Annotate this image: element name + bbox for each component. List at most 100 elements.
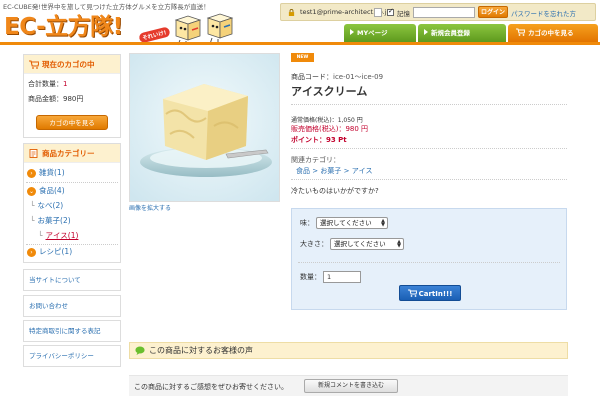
cart-in-label: CartIn!!!: [418, 290, 453, 298]
enlarge-image-link[interactable]: 画像を拡大する: [129, 203, 171, 212]
category-link-active[interactable]: アイス(1): [46, 231, 79, 240]
cart-box-title: 現在のカゴの中: [24, 55, 120, 74]
quantity-label: 数量：: [300, 273, 321, 281]
login-button[interactable]: ログイン: [478, 6, 508, 18]
speech-bubble-icon: [135, 346, 145, 355]
password-indicator: [374, 8, 382, 17]
nav-view-cart[interactable]: カゴの中を見る: [508, 24, 598, 42]
product-code-label: 商品コード：: [291, 73, 333, 81]
category-link[interactable]: 食品(4): [39, 186, 65, 195]
forgot-password-link[interactable]: パスワードを忘れた方: [511, 8, 576, 18]
cart-total-amount-value: 980円: [63, 95, 84, 103]
chevron-updown-icon: ▲ ▼: [381, 218, 385, 228]
size-select-value: 選択してください: [334, 240, 386, 248]
point: ポイント：93 Pt: [291, 135, 347, 145]
arrow-down-icon: ⌄: [27, 187, 36, 196]
category-link[interactable]: お菓子(2): [38, 216, 71, 225]
review-section-title: この商品に対するお客様の声: [129, 342, 568, 359]
point-label: ポイント：: [291, 136, 326, 144]
product-code: 商品コード：ice-01～ice-09: [291, 72, 383, 82]
related-category-link[interactable]: お菓子: [320, 167, 341, 175]
sidebar-link-tokutei[interactable]: 特定商取引に関する表記: [23, 320, 121, 342]
sidebar-cart-box: 現在のカゴの中 合計数量：1 商品金額：980円 カゴの中を見る: [23, 54, 121, 138]
divider: [291, 148, 567, 149]
breadcrumb-separator: >: [312, 167, 319, 175]
login-bar: test1@prime-architect.co.jp 記憶 ログイン パスワー…: [280, 3, 596, 21]
cart-total-qty-value: 1: [63, 80, 68, 88]
nav-register-label: 新規会員登録: [431, 29, 470, 37]
product-name: アイスクリーム: [291, 85, 368, 98]
size-label: 大きさ：: [300, 240, 328, 248]
related-category-path: 食品 > お菓子 > アイス: [296, 166, 372, 176]
quantity-input[interactable]: 1: [323, 271, 361, 283]
sidebar-link-privacy[interactable]: プライバシーポリシー: [23, 345, 121, 367]
breadcrumb-separator: >: [343, 167, 350, 175]
cart-box-title-text: 現在のカゴの中: [42, 60, 95, 69]
product-code-value: ice-01～ice-09: [333, 73, 384, 81]
remember-label: 記憶: [397, 10, 410, 18]
cart-icon: [407, 289, 418, 297]
nav-register[interactable]: 新規会員登録: [418, 24, 506, 42]
logo-badge: それいけ!: [138, 26, 171, 44]
divider: [291, 104, 567, 105]
size-select[interactable]: 選択してください ▲ ▼: [330, 238, 404, 250]
normal-price-label: 通常価格(税込)：: [291, 117, 338, 124]
sidebar-link-contact[interactable]: お問い合わせ: [23, 295, 121, 317]
product-photo[interactable]: [129, 53, 280, 202]
ice-cream-cube-image: [130, 54, 279, 201]
sidebar-category-box: 商品カテゴリー › 雑貨(1) ⌄ 食品(4) └ なべ(2) └ お菓子(2) └ アイ…: [23, 143, 121, 263]
sale-price: 販売価格(税込)：980 円: [291, 124, 368, 134]
arrow-right-icon: [350, 29, 354, 35]
nav-view-cart-label: カゴの中を見る: [528, 29, 574, 37]
new-badge: NEW: [291, 53, 314, 62]
sale-price-value: 980 円: [345, 125, 369, 133]
category-item-zakka[interactable]: › 雑貨(1): [27, 164, 65, 182]
site-logo[interactable]: EC-立方隊! それいけ!: [4, 10, 240, 46]
cart-icon: [516, 28, 525, 36]
arrow-right-icon: ›: [27, 248, 36, 257]
write-review-button[interactable]: 新規コメントを書き込む: [304, 379, 398, 393]
category-box-title: 商品カテゴリー: [24, 144, 120, 163]
taste-select-value: 選択してください: [320, 219, 372, 227]
review-prompt-row: この商品に対するご感想をぜひお寄せください。 新規コメントを書き込む: [129, 375, 568, 396]
arrow-right-icon: [424, 29, 428, 35]
cart-icon: [29, 60, 39, 69]
sale-price-label: 販売価格(税込)：: [291, 125, 346, 133]
cart-total-qty: 合計数量：1: [24, 79, 120, 89]
nav-mypage[interactable]: MYページ: [344, 24, 416, 42]
related-category-label: 関連カテゴリ：: [291, 156, 340, 164]
normal-price: 通常価格(税込)：1,050 円: [291, 115, 363, 124]
document-icon: [29, 149, 38, 158]
review-section-title-text: この商品に対するお客様の声: [149, 346, 253, 355]
cart-total-amount: 商品金額：980円: [24, 94, 120, 104]
product-description: 冷たいものはいかがですか?: [291, 187, 379, 195]
password-input[interactable]: [413, 7, 475, 18]
chevron-updown-icon: ▲ ▼: [397, 239, 401, 249]
category-link[interactable]: レシピ(1): [39, 247, 72, 256]
header-divider: [0, 42, 600, 45]
global-nav: MYページ 新規会員登録 カゴの中を見る: [344, 24, 598, 42]
branch-icon: └: [30, 201, 35, 210]
category-item-recipe[interactable]: › レシピ(1): [27, 243, 72, 261]
arrow-right-icon: ›: [27, 169, 36, 178]
cart-in-button[interactable]: CartIn!!!: [399, 285, 461, 301]
logo-cube-mascots-icon: [174, 13, 234, 46]
view-cart-button[interactable]: カゴの中を見る: [36, 115, 108, 130]
cart-total-qty-label: 合計数量：: [28, 80, 63, 88]
category-box-title-text: 商品カテゴリー: [42, 149, 95, 158]
taste-select[interactable]: 選択してください ▲ ▼: [316, 217, 388, 229]
category-link[interactable]: 雑貨(1): [39, 168, 65, 177]
divider: [298, 262, 560, 263]
lock-icon: [288, 9, 295, 16]
sidebar-link-about[interactable]: 当サイトについて: [23, 269, 121, 291]
review-prompt: この商品に対するご感想をぜひお寄せください。: [134, 383, 288, 391]
category-link[interactable]: なべ(2): [38, 201, 64, 210]
logo-text: EC-立方隊!: [4, 14, 123, 40]
cart-total-amount-label: 商品金額：: [28, 95, 63, 103]
related-category-link[interactable]: アイス: [352, 167, 373, 175]
divider: [291, 179, 567, 180]
nav-mypage-label: MYページ: [357, 29, 388, 37]
remember-checkbox[interactable]: [387, 7, 394, 16]
related-category-link[interactable]: 食品: [296, 167, 310, 175]
branch-icon: └: [30, 216, 35, 225]
